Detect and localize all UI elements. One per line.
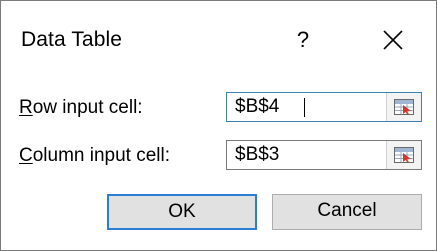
- text-caret: [304, 98, 305, 117]
- close-button[interactable]: [376, 23, 410, 57]
- column-input-label: Column input cell:: [19, 145, 170, 167]
- cancel-button[interactable]: Cancel: [272, 194, 422, 230]
- row-input-accelerator: R: [19, 97, 33, 118]
- row-input-label: Row input cell:: [19, 97, 143, 119]
- row-input-value: $B$4: [235, 96, 280, 117]
- title-bar: Data Table ?: [1, 1, 436, 83]
- row-input-label-text: ow input cell:: [32, 97, 143, 118]
- collapse-dialog-icon: [394, 147, 414, 163]
- collapse-dialog-icon: [394, 99, 414, 115]
- column-input-field[interactable]: $B$3: [226, 140, 422, 170]
- close-icon: [383, 30, 403, 50]
- column-input-label-text: olumn input cell:: [32, 145, 171, 166]
- dialog-title: Data Table: [21, 28, 123, 51]
- ok-button[interactable]: OK: [107, 194, 257, 230]
- row-range-picker-button[interactable]: [386, 93, 421, 121]
- row-input-field[interactable]: $B$4: [226, 92, 422, 122]
- column-input-value: $B$3: [235, 144, 280, 165]
- column-input-accelerator: C: [19, 145, 33, 166]
- help-button[interactable]: ?: [288, 25, 318, 55]
- column-range-picker-button[interactable]: [386, 141, 421, 169]
- data-table-dialog: Data Table ? Row input cell: $B$4 Column…: [0, 0, 437, 251]
